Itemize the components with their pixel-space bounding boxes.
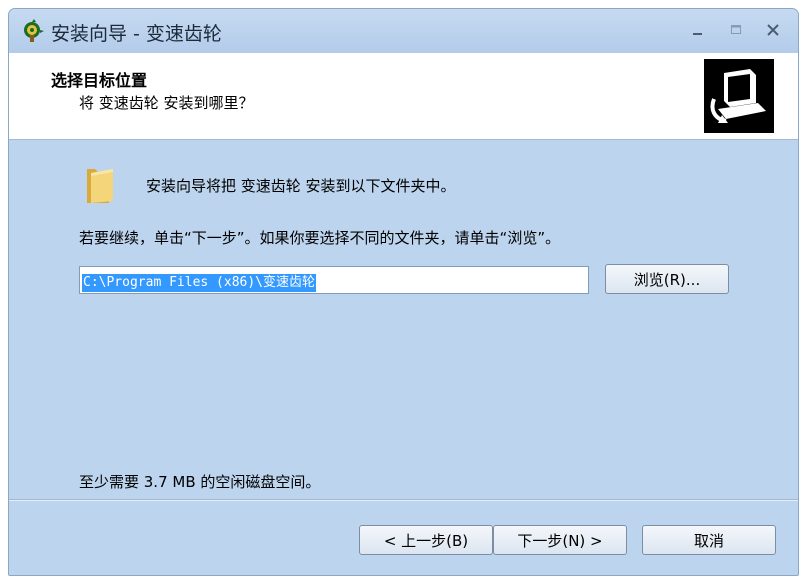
maximize-icon [731,25,741,34]
install-description: 安装向导将把 变速齿轮 安装到以下文件夹中。 [146,177,456,195]
app-icon [24,19,44,42]
button-bar: < 上一步(B) 下一步(N) > 取消 [9,499,798,575]
wizard-header: 选择目标位置 将 变速齿轮 安装到哪里？ [9,53,798,140]
install-path-input[interactable]: C:\Program Files (x86)\变速齿轮 [79,266,589,294]
back-button[interactable]: < 上一步(B) [359,525,493,555]
minimize-button[interactable] [684,19,712,41]
title-bar[interactable]: 安装向导 - 变速齿轮 [9,9,798,53]
install-path-value: C:\Program Files (x86)\变速齿轮 [82,274,317,292]
close-button[interactable] [759,19,787,41]
disk-space-requirement: 至少需要 3.7 MB 的空闲磁盘空间。 [79,473,321,491]
page-title: 选择目标位置 [51,71,148,90]
window-title: 安装向导 - 变速齿轮 [51,23,222,45]
close-icon [767,24,779,36]
minimize-icon [693,33,702,35]
cancel-button[interactable]: 取消 [642,525,776,555]
next-button[interactable]: 下一步(N) > [493,525,627,555]
page-subtitle: 将 变速齿轮 安装到哪里？ [79,94,254,112]
install-instruction: 若要继续，单击“下一步”。如果你要选择不同的文件夹，请单击“浏览”。 [79,229,561,247]
folder-icon [87,169,113,203]
setup-wizard-window: 安装向导 - 变速齿轮 选择目标位置 将 变速齿轮 安装到哪里？ 安装向导将把 … [8,8,799,576]
wizard-content: 安装向导将把 变速齿轮 安装到以下文件夹中。 若要继续，单击“下一步”。如果你要… [9,140,798,499]
browse-button[interactable]: 浏览(R)... [605,264,729,294]
computer-install-icon [704,59,774,133]
maximize-button[interactable] [722,19,750,41]
